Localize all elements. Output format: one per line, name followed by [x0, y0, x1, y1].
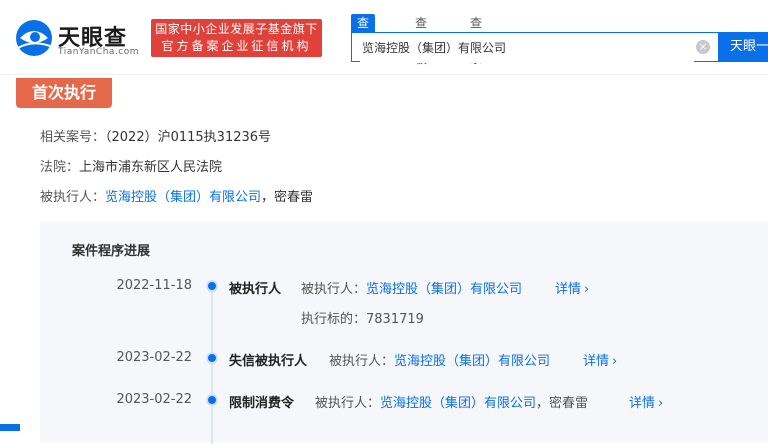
court-value: 上海市浦东新区人民法院 — [79, 160, 223, 175]
clear-icon[interactable]: × — [696, 40, 710, 54]
detail-link[interactable]: 详情 › — [583, 350, 617, 369]
tab-company[interactable]: 查公司 — [351, 14, 376, 66]
timeline-party-label: 被执行人： — [301, 282, 367, 297]
case-number-label: 相关案号： — [40, 130, 106, 145]
progress-title: 案件程序进展 — [72, 244, 151, 259]
timeline-title: 失信被执行人 — [229, 354, 308, 369]
timeline-date: 2023-02-22 — [116, 392, 192, 407]
case-number-row: 相关案号：（2022）沪0115执31236号 — [40, 126, 271, 145]
tab-boss[interactable]: 查老板 — [409, 14, 433, 66]
timeline-dot — [206, 394, 218, 406]
timeline-dot — [206, 280, 218, 292]
timeline-company-link[interactable]: 览海控股（集团）有限公司 — [366, 282, 522, 297]
party-company-link[interactable]: 览海控股（集团）有限公司 — [105, 190, 261, 205]
case-progress-card: 案件程序进展 2022-11-18 被执行人 被执行人：览海控股（集团）有限公司… — [40, 222, 768, 444]
badge-line-1: 国家中小企业发展子基金旗下 — [155, 22, 318, 36]
timeline-company-link[interactable]: 览海控股（集团）有限公司 — [380, 396, 536, 411]
timeline-dot — [206, 352, 218, 364]
timeline-title: 限制消费令 — [229, 396, 295, 411]
chevron-right-icon: › — [584, 282, 590, 297]
timeline-date: 2023-02-22 — [116, 350, 192, 365]
badge-line-2: 官方备案企业征信机构 — [161, 39, 312, 53]
timeline-party: 被执行人：览海控股（集团）有限公司 — [301, 278, 522, 297]
detail-link[interactable]: 详情 › — [629, 392, 663, 411]
timeline-party: 被执行人：览海控股（集团）有限公司 — [329, 350, 550, 369]
detail-label: 详情 — [555, 282, 582, 297]
timeline-date: 2022-11-18 — [116, 278, 192, 293]
top-header: 天眼查 TianYanCha.com 国家中小企业发展子基金旗下 官方备案企业征… — [0, 0, 768, 75]
chevron-right-icon: › — [658, 396, 664, 411]
logo-eye-icon — [16, 20, 52, 56]
chevron-right-icon: › — [612, 354, 618, 369]
search-button[interactable]: 天眼一下 — [719, 32, 768, 62]
official-badge: 国家中小企业发展子基金旗下 官方备案企业征信机构 — [151, 19, 322, 57]
timeline-party-label: 被执行人： — [315, 396, 381, 411]
timeline-title: 被执行人 — [229, 282, 282, 297]
search-input[interactable] — [360, 33, 694, 63]
tianyancha-logo[interactable]: 天眼查 TianYanCha.com — [14, 18, 144, 60]
court-label: 法院： — [40, 160, 80, 175]
search-box: × — [351, 32, 719, 63]
party-row: 被执行人：览海控股（集团）有限公司，密春雷 — [40, 186, 313, 205]
detail-link[interactable]: 详情 › — [555, 278, 589, 297]
timeline-company-link[interactable]: 览海控股（集团）有限公司 — [394, 354, 550, 369]
case-number-value: （2022）沪0115执31236号 — [105, 130, 272, 145]
section-tag: 首次执行 — [16, 78, 112, 108]
timeline-extra: 执行标的：7831719 — [301, 312, 424, 327]
feedback-tab[interactable] — [0, 424, 20, 431]
timeline-party: 被执行人：览海控股（集团）有限公司，密春雷 — [315, 392, 588, 411]
logo-subtitle: TianYanCha.com — [58, 47, 140, 57]
timeline-line — [211, 284, 213, 444]
court-row: 法院：上海市浦东新区人民法院 — [40, 156, 222, 175]
detail-label: 详情 — [583, 354, 610, 369]
tab-relation[interactable]: 查关系 — [464, 14, 488, 66]
party-label: 被执行人： — [40, 190, 106, 205]
detail-label: 详情 — [629, 396, 656, 411]
timeline-person: ，密春雷 — [536, 396, 589, 411]
party-person: ，密春雷 — [261, 190, 314, 205]
timeline-party-label: 被执行人： — [329, 354, 395, 369]
